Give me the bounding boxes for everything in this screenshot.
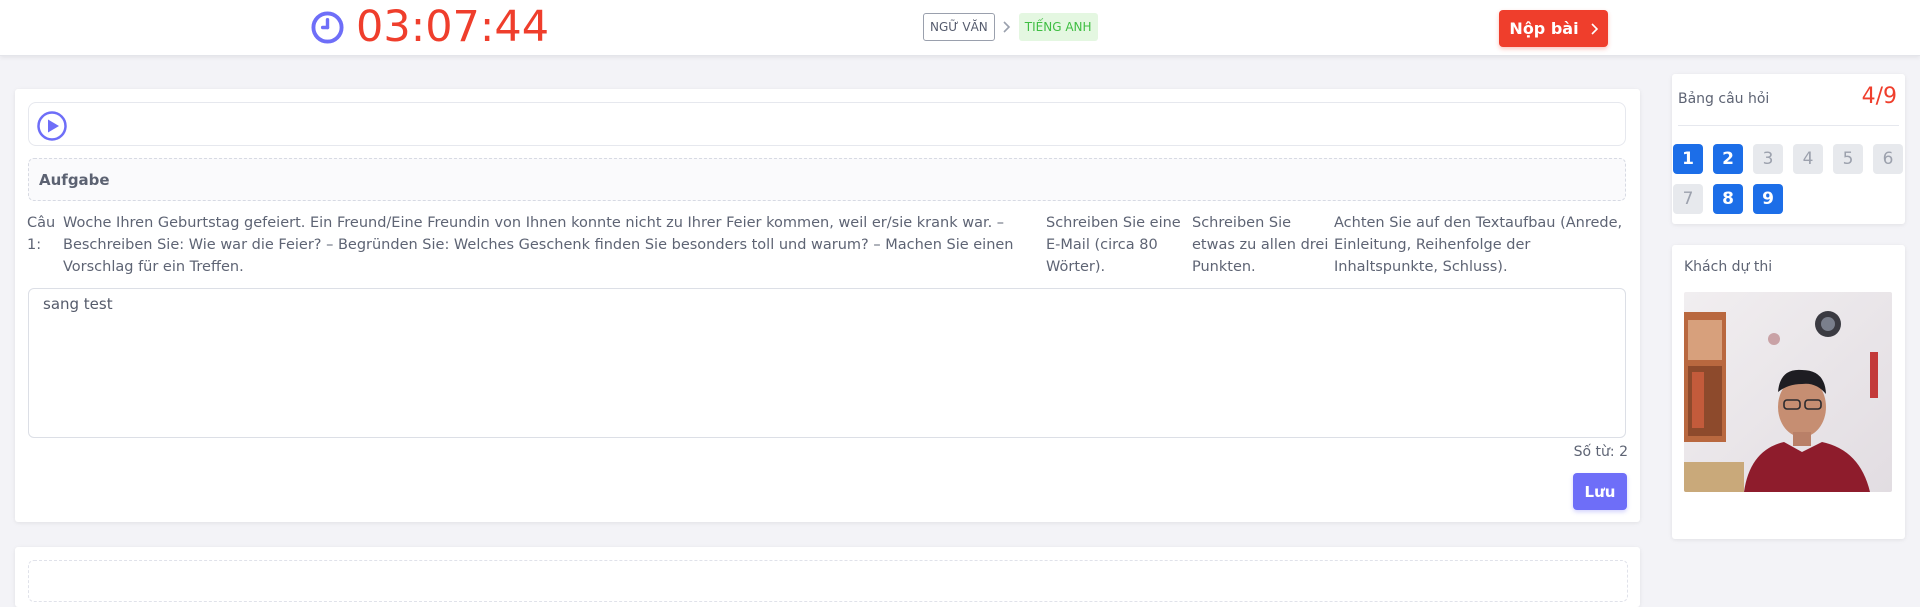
section-title: Aufgabe — [39, 171, 110, 189]
question-board: Bảng câu hỏi 4/9 1 2 3 4 5 6 7 8 9 — [1672, 74, 1905, 224]
play-icon[interactable] — [37, 111, 67, 141]
save-button[interactable]: Lưu — [1573, 473, 1627, 510]
word-count: Số từ: 2 — [1573, 444, 1628, 460]
question-button-3[interactable]: 3 — [1753, 144, 1783, 174]
question-column-2: Schreiben Sie eine E-Mail (circa 80 Wört… — [1046, 215, 1181, 275]
question-button-7[interactable]: 7 — [1673, 184, 1703, 214]
question-card: Aufgabe Câu 1: Woche Ihren Geburtstag ge… — [15, 89, 1640, 522]
webcam-feed — [1684, 292, 1892, 492]
question-progress: 4/9 — [1861, 84, 1897, 109]
question-column-4: Achten Sie auf den Textaufbau (Anrede, E… — [1334, 215, 1623, 275]
timer-text: 03:07:44 — [356, 2, 550, 52]
breadcrumb: NGỮ VĂN TIẾNG ANH — [923, 13, 1098, 41]
webcam-image — [1684, 292, 1892, 492]
section-header: Aufgabe — [28, 158, 1626, 201]
chevron-right-icon — [1590, 22, 1598, 35]
divider — [1678, 125, 1899, 126]
question-button-5[interactable]: 5 — [1833, 144, 1863, 174]
question-button-9[interactable]: 9 — [1753, 184, 1783, 214]
clock-icon — [311, 11, 344, 44]
question-column-3: Schreiben Sie etwas zu allen drei Punkte… — [1192, 215, 1329, 275]
breadcrumb-item-ngu-van[interactable]: NGỮ VĂN — [923, 13, 995, 41]
question-button-6[interactable]: 6 — [1873, 144, 1903, 174]
submit-exam-button[interactable]: Nộp bài — [1499, 10, 1608, 47]
audio-player — [28, 102, 1626, 146]
countdown-timer: 03:07:44 — [311, 0, 549, 55]
candidate-panel: Khách dự thi — [1672, 245, 1905, 539]
question-button-1[interactable]: 1 — [1673, 144, 1703, 174]
answer-textarea[interactable]: sang test — [28, 288, 1626, 438]
question-column-1: Woche Ihren Geburtstag gefeiert. Ein Fre… — [63, 215, 1014, 275]
question-button-2[interactable]: 2 — [1713, 144, 1743, 174]
top-bar: 03:07:44 NGỮ VĂN TIẾNG ANH Nộp bài — [0, 0, 1920, 56]
question-button-4[interactable]: 4 — [1793, 144, 1823, 174]
next-question-card — [15, 547, 1640, 607]
candidate-title: Khách dự thi — [1684, 259, 1773, 275]
question-button-8[interactable]: 8 — [1713, 184, 1743, 214]
submit-label: Nộp bài — [1509, 19, 1579, 38]
question-board-title: Bảng câu hỏi — [1678, 91, 1770, 107]
chevron-right-icon — [1003, 21, 1010, 33]
breadcrumb-item-tieng-anh[interactable]: TIẾNG ANH — [1018, 13, 1098, 41]
next-question-header — [28, 560, 1628, 602]
question-label: Câu 1: — [27, 215, 56, 253]
